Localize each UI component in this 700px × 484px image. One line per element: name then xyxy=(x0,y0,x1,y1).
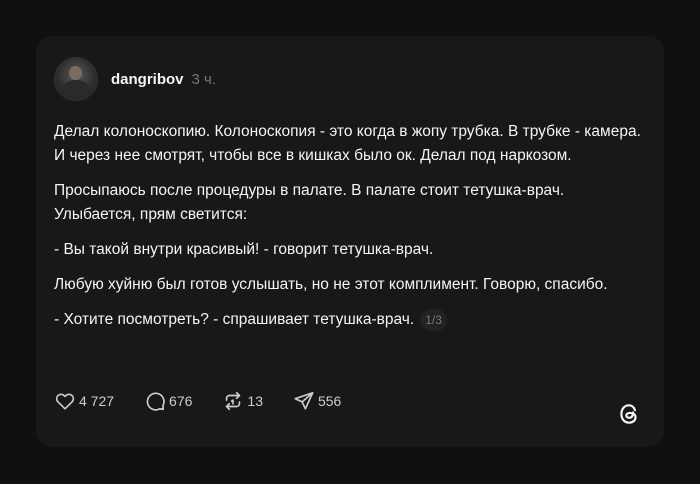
post-content: Делал колоноскопию. Колоноскопия - это к… xyxy=(54,120,644,343)
avatar-head xyxy=(69,66,82,80)
like-count: 4 727 xyxy=(79,393,115,409)
post-header: dangribov 3 ч. xyxy=(54,57,216,101)
like-button[interactable]: 4 727 xyxy=(54,390,114,412)
paragraph-3: - Вы такой внутри красивый! - говорит те… xyxy=(54,241,434,258)
action-bar: 4 727 676 13 556 xyxy=(54,390,371,412)
heart-icon xyxy=(55,393,75,410)
threads-logo-icon[interactable] xyxy=(616,401,642,427)
repost-count: 13 xyxy=(247,393,263,409)
post-card[interactable]: dangribov 3 ч. Делал колоноскопию. Колон… xyxy=(36,36,664,447)
comment-icon xyxy=(146,392,165,411)
avatar[interactable] xyxy=(54,57,98,101)
post-time: 3 ч. xyxy=(191,70,217,88)
paragraph-5-line: - Хотите посмотреть? - спрашивает тетушк… xyxy=(54,308,644,332)
username[interactable]: dangribov xyxy=(111,71,184,88)
repost-button[interactable]: 13 xyxy=(222,390,263,412)
paragraph-5: - Хотите посмотреть? - спрашивает тетушк… xyxy=(54,311,415,328)
repost-icon xyxy=(226,391,241,411)
paragraph-1: Делал колоноскопию. Колоноскопия - это к… xyxy=(54,123,641,164)
share-button[interactable]: 556 xyxy=(293,390,341,412)
comment-button[interactable]: 676 xyxy=(144,390,192,412)
avatar-body xyxy=(62,80,90,100)
page-indicator: 1/3 xyxy=(420,308,447,331)
paragraph-4: Любую хуйню был готов услышать, но не эт… xyxy=(54,276,608,293)
send-icon xyxy=(294,391,314,410)
comment-count: 676 xyxy=(169,393,193,409)
share-count: 556 xyxy=(317,393,342,409)
paragraph-2: Просыпаюсь после процедуры в палате. В п… xyxy=(54,182,565,223)
